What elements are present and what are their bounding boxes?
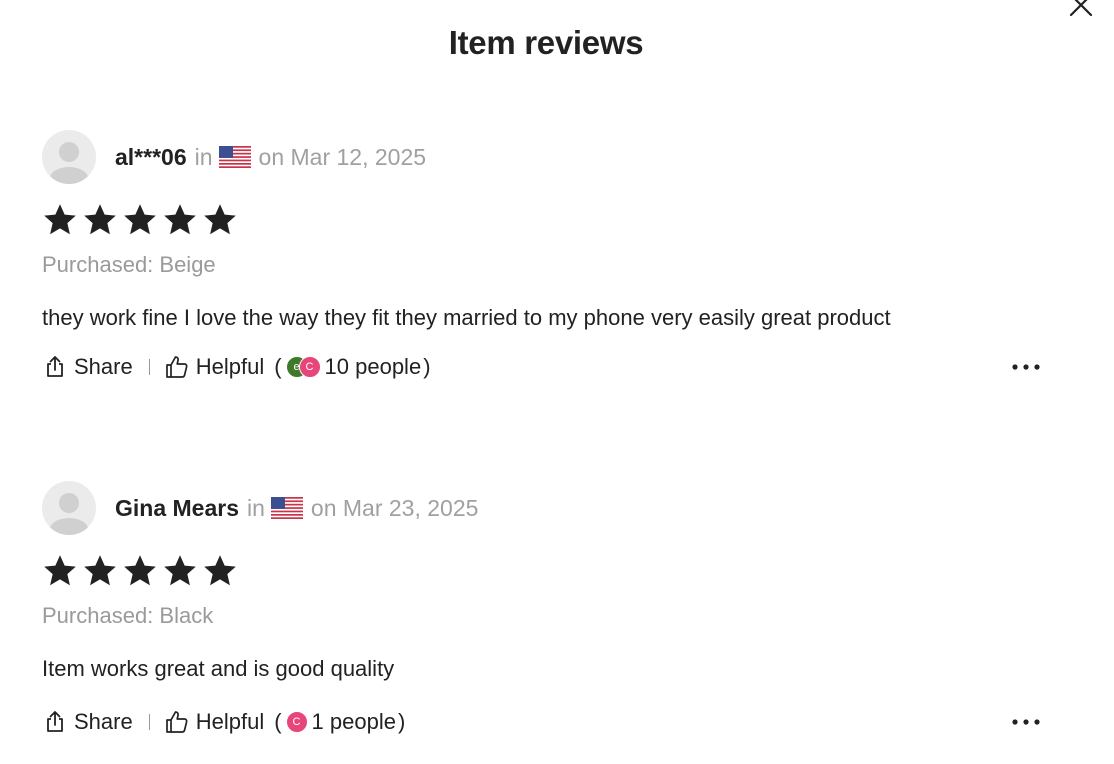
- avatar: [42, 481, 96, 535]
- divider: [148, 714, 150, 730]
- thumbs-up-icon: [165, 711, 188, 733]
- helpful-avatars: C: [285, 711, 308, 733]
- in-label: in: [247, 494, 265, 521]
- star-rating: [42, 553, 1052, 589]
- paren-close: ): [397, 709, 406, 734]
- share-label: Share: [74, 354, 133, 379]
- us-flag-icon: [270, 497, 303, 519]
- more-options-button[interactable]: [1010, 709, 1042, 735]
- helpful-avatars: e C: [285, 356, 321, 378]
- star-icon: [122, 553, 158, 589]
- purchased-variant: Purchased: Black: [42, 603, 214, 628]
- helper-avatar: C: [298, 356, 321, 378]
- thumbs-up-icon: [165, 356, 188, 378]
- star-icon: [162, 553, 198, 589]
- more-icon: [1012, 364, 1040, 370]
- review-card: al***06 in on Mar 12, 2025 Purchased: Be…: [42, 130, 1052, 384]
- share-label: Share: [74, 709, 133, 734]
- share-button[interactable]: Share: [42, 709, 133, 735]
- reviewer-name[interactable]: Gina Mears: [115, 495, 239, 522]
- default-avatar-icon: [50, 142, 88, 184]
- review-actions: Share Helpful ( C 1 people ): [42, 705, 1052, 739]
- review-card: Gina Mears in on Mar 23, 2025 Purchased:…: [42, 481, 1052, 739]
- review-header: Gina Mears in on Mar 23, 2025: [42, 481, 1052, 535]
- star-icon: [42, 202, 78, 238]
- helper-avatar: C: [285, 711, 308, 733]
- divider: [148, 359, 150, 375]
- paren-close: ): [423, 354, 431, 379]
- star-icon: [122, 202, 158, 238]
- helpful-button[interactable]: Helpful: [164, 709, 264, 735]
- reviewer-name[interactable]: al***06: [115, 144, 187, 171]
- helpful-label: Helpful: [195, 354, 265, 379]
- star-icon: [202, 202, 238, 238]
- review-text: Item works great and is good quality: [42, 656, 395, 681]
- close-icon: [1069, 0, 1093, 17]
- review-date: on Mar 23, 2025: [310, 494, 479, 521]
- helpful-count: 1 people: [311, 709, 396, 734]
- paren-open: (: [274, 354, 282, 379]
- in-label: in: [194, 143, 213, 170]
- paren-open: (: [274, 709, 282, 734]
- helpful-label: Helpful: [195, 709, 265, 734]
- more-options-button[interactable]: [1010, 354, 1042, 380]
- review-date: on Mar 12, 2025: [258, 143, 427, 170]
- star-icon: [42, 553, 78, 589]
- star-rating: [42, 202, 1052, 238]
- purchased-variant: Purchased: Beige: [42, 252, 216, 277]
- us-flag-icon: [218, 146, 251, 168]
- default-avatar-icon: [50, 493, 88, 535]
- helpful-button[interactable]: Helpful: [164, 354, 264, 380]
- close-button[interactable]: [1066, 0, 1096, 20]
- share-button[interactable]: Share: [42, 354, 133, 380]
- star-icon: [162, 202, 198, 238]
- share-icon: [47, 711, 63, 732]
- star-icon: [202, 553, 238, 589]
- helpful-count: 10 people: [324, 354, 422, 379]
- share-icon: [47, 356, 63, 377]
- star-icon: [82, 553, 118, 589]
- modal-title: Item reviews: [448, 24, 644, 61]
- avatar: [42, 130, 96, 184]
- review-header: al***06 in on Mar 12, 2025: [42, 130, 1052, 184]
- review-text: they work fine I love the way they fit t…: [42, 305, 891, 330]
- more-icon: [1012, 719, 1040, 725]
- review-actions: Share Helpful ( e C 10 people ): [42, 350, 1052, 384]
- star-icon: [82, 202, 118, 238]
